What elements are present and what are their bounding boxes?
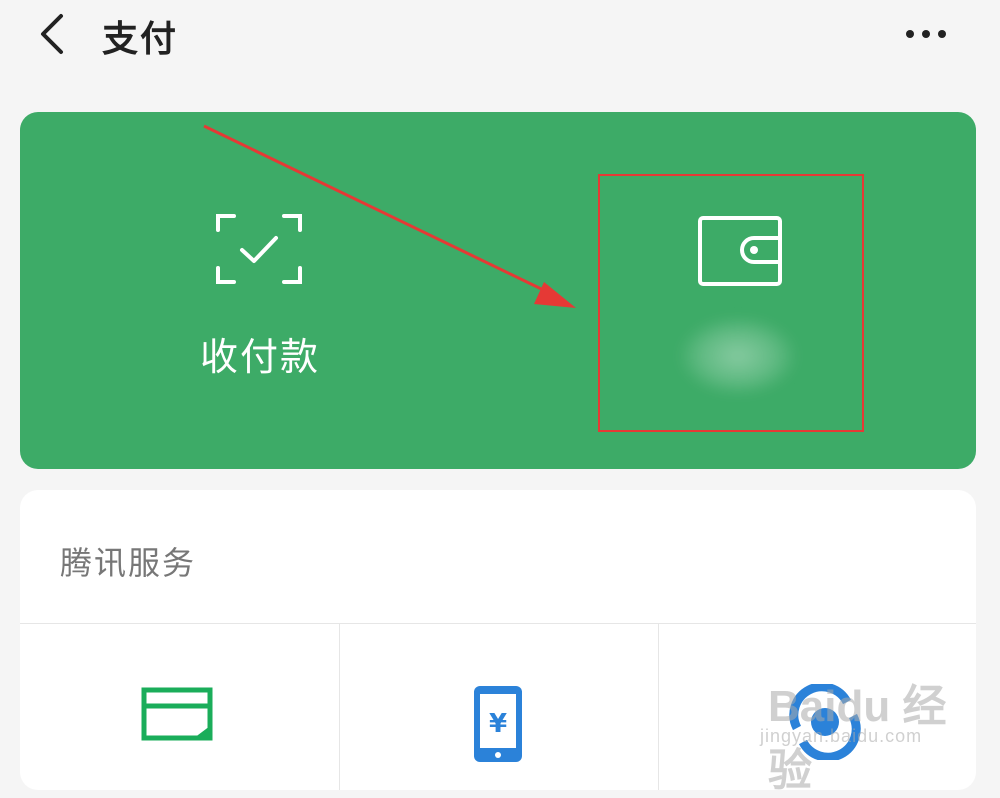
more-button[interactable] [900, 14, 952, 54]
chevron-left-icon [41, 14, 63, 54]
baidu-watermark: Baidu 经验 jingyan.baidu.com [740, 650, 970, 795]
service-item-mobile-topup[interactable]: ¥ [339, 624, 658, 790]
service-item-card-repayment[interactable] [20, 624, 338, 790]
credit-card-icon [141, 687, 213, 741]
section-title: 腾讯服务 [60, 544, 197, 582]
mobile-yuan-icon: ¥ [474, 686, 522, 762]
top-bar: 支付 [0, 0, 1000, 70]
annotation-arrow [203, 124, 576, 308]
back-button[interactable] [30, 12, 74, 56]
watermark-site: jingyan.baidu.com [760, 726, 923, 746]
page-title: 支付 [102, 19, 179, 60]
more-dots-icon [906, 30, 946, 38]
svg-text:¥: ¥ [489, 709, 507, 739]
payment-card: 收付款 [20, 112, 976, 469]
